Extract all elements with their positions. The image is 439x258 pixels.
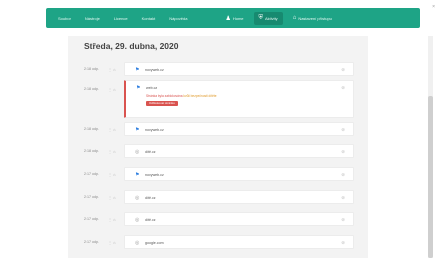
warning-main: Stránka byla zablokována: [146, 94, 184, 98]
dismiss-icon[interactable]: ⊗: [341, 127, 345, 133]
row-tools[interactable]: ⋮ ⌂: [108, 149, 116, 154]
site-card[interactable]: ◎ google.com ⊗: [124, 235, 354, 249]
row-tools[interactable]: ⋮ ⌂: [108, 217, 116, 222]
site-label: novyweb.cz: [145, 128, 164, 132]
nav-activity[interactable]: ⛨ Aktivity: [253, 11, 283, 25]
dismiss-icon[interactable]: ⊗: [341, 240, 345, 246]
row-tools[interactable]: ⋮ ⌂: [108, 127, 116, 132]
site-label: dítě.cz: [145, 150, 156, 154]
building-icon: ⌂: [292, 15, 297, 21]
row-tools[interactable]: ⋮ ⌂: [108, 172, 116, 177]
top-navigation: Soubor Nástroje Licence Kontakt Nápověda…: [0, 0, 439, 36]
nav-account[interactable]: ⌂ Nastavení přístupu: [293, 15, 332, 21]
flag-icon: ⚑: [135, 172, 140, 178]
site-label: novyweb.cz: [145, 173, 164, 177]
nav-link-soubor[interactable]: Soubor: [58, 16, 71, 21]
globe-icon: ◎: [135, 240, 140, 246]
site-card[interactable]: ◎ dítě.cz ⊗: [124, 144, 354, 158]
nav-link-napoveda[interactable]: Nápověda: [169, 16, 187, 21]
nav-strip: Soubor Nástroje Licence Kontakt Nápověda…: [46, 8, 420, 28]
warning-suffix: kvůli bezpečnosti dítěte: [183, 94, 217, 98]
timeline-row: 2:18 odp. ⋮ ⌂ ⚑ novyweb.cz ⊗: [84, 62, 354, 76]
timeline-time: 2:17 odp.: [84, 240, 99, 244]
row-tools[interactable]: ⋮ ⌂: [108, 87, 116, 92]
site-card[interactable]: ◎ dítě.cz ⊗: [124, 190, 354, 204]
dismiss-icon[interactable]: ⊗: [341, 217, 345, 223]
row-tools[interactable]: ⋮ ⌂: [108, 195, 116, 200]
unblock-button[interactable]: Odblokovat stránku: [146, 101, 178, 106]
site-card[interactable]: ⚑ novyweb.cz ⊗: [124, 122, 354, 136]
timeline-time: 2:17 odp.: [84, 217, 99, 221]
nav-home[interactable]: ♟ Home: [225, 15, 243, 22]
dismiss-icon[interactable]: ⊗: [341, 149, 345, 155]
nav-account-label: Nastavení přístupu: [298, 15, 332, 21]
timeline-time: 2:18 odp.: [84, 87, 99, 91]
globe-icon: ◎: [135, 149, 140, 155]
row-tools[interactable]: ⋮ ⌂: [108, 240, 116, 245]
timeline-time: 2:18 odp.: [84, 67, 99, 71]
flag-icon: ⚑: [135, 67, 140, 73]
timeline-row: 2:18 odp. ⋮ ⌂ ◎ dítě.cz ⊗: [84, 144, 354, 158]
scrollbar[interactable]: [428, 36, 433, 258]
site-label: dítě.cz: [145, 196, 156, 200]
flag-icon: ⚑: [135, 127, 140, 133]
shield-icon: ⛨: [258, 14, 264, 21]
timeline-row: 2:17 odp. ⋮ ⌂ ⚑ novyweb.cz ⊗: [84, 167, 354, 181]
timeline-time: 2:17 odp.: [84, 195, 99, 199]
site-card[interactable]: ◎ dítě.cz ⊗: [124, 212, 354, 226]
nav-home-label: Home: [232, 15, 244, 21]
site-label: dítě.cz: [145, 218, 156, 222]
dismiss-icon[interactable]: ⊗: [341, 67, 345, 73]
nav-activity-label: Aktivity: [265, 15, 278, 21]
dismiss-icon[interactable]: ⊗: [341, 85, 345, 91]
dismiss-icon[interactable]: ⊗: [341, 172, 345, 178]
site-label: novyweb.cz: [145, 68, 164, 72]
timeline-time: 2:18 odp.: [84, 127, 99, 131]
nav-link-nastroje[interactable]: Nástroje: [85, 16, 100, 21]
scrollbar-thumb[interactable]: [428, 96, 433, 258]
row-tools[interactable]: ⋮ ⌂: [108, 67, 116, 72]
warning-text: Stránka byla zablokována kvůli bezpečnos…: [146, 94, 217, 98]
timeline-row: 2:17 odp. ⋮ ⌂ ◎ dítě.cz ⊗: [84, 190, 354, 204]
nav-link-licence[interactable]: Licence: [114, 16, 128, 21]
timeline-row: 2:17 odp. ⋮ ⌂ ◎ google.com ⊗: [84, 235, 354, 249]
blocked-site-card[interactable]: ⚑ web.cz Stránka byla zablokována kvůli be…: [124, 80, 354, 118]
flag-icon: ⚑: [136, 85, 141, 91]
globe-icon: ◎: [135, 217, 140, 223]
timeline-row: 2:18 odp. ⋮ ⌂ ⚑ novyweb.cz ⊗: [84, 122, 354, 136]
site-card[interactable]: ⚑ novyweb.cz ⊗: [124, 167, 354, 181]
dismiss-icon[interactable]: ⊗: [341, 195, 345, 201]
site-label: web.cz: [146, 86, 158, 90]
site-label: google.com: [145, 241, 164, 245]
nav-link-kontakt[interactable]: Kontakt: [142, 16, 156, 21]
close-icon[interactable]: ×: [432, 4, 435, 10]
timeline-row: 2:18 odp. ⋮ ⌂ ⚑ web.cz Stránka byla zablokov…: [84, 80, 354, 118]
person-icon: ♟: [225, 15, 231, 22]
timeline-time: 2:18 odp.: [84, 149, 99, 153]
date-heading: Středa, 29. dubna, 2020: [84, 41, 179, 51]
timeline-row: 2:17 odp. ⋮ ⌂ ◎ dítě.cz ⊗: [84, 212, 354, 226]
site-card[interactable]: ⚑ novyweb.cz ⊗: [124, 62, 354, 76]
timeline-time: 2:17 odp.: [84, 172, 99, 176]
globe-icon: ◎: [135, 195, 140, 201]
